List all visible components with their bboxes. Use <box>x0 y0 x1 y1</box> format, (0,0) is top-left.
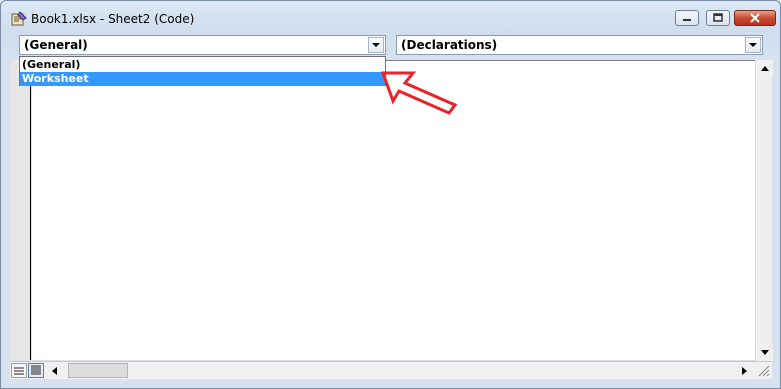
window-title: Book1.xlsx - Sheet2 (Code) <box>31 12 195 26</box>
scroll-right-button[interactable] <box>736 362 753 379</box>
dropdown-item-worksheet[interactable]: Worksheet <box>20 72 385 86</box>
full-module-view-button[interactable] <box>28 363 44 378</box>
procedure-combo-value: (Declarations) <box>401 38 498 52</box>
restore-icon <box>713 13 723 22</box>
object-combo[interactable]: (General) <box>19 35 386 55</box>
scroll-down-button[interactable] <box>756 344 773 361</box>
procedure-view-button[interactable] <box>11 363 27 378</box>
chevron-down-icon <box>749 42 757 47</box>
procedure-view-icon <box>14 367 24 375</box>
dropdown-item-general[interactable]: (General) <box>20 58 385 72</box>
close-button[interactable] <box>734 10 776 26</box>
minimize-icon <box>683 19 691 21</box>
vbe-code-window: Book1.xlsx - Sheet2 (Code) (General) (De… <box>0 0 781 389</box>
horizontal-scroll-thumb[interactable] <box>68 363 128 378</box>
object-combo-dropdown-button[interactable] <box>368 37 384 53</box>
resize-grip-icon[interactable] <box>756 363 770 377</box>
scroll-left-button[interactable] <box>46 362 63 379</box>
annotation-arrow <box>380 71 458 115</box>
chevron-down-icon <box>372 42 380 47</box>
arrow-right-icon <box>742 366 747 375</box>
procedure-combo[interactable]: (Declarations) <box>396 35 763 55</box>
title-bar[interactable]: Book1.xlsx - Sheet2 (Code) <box>1 1 780 35</box>
procedure-combo-dropdown-button[interactable] <box>745 37 761 53</box>
horizontal-scroll-area <box>10 361 772 379</box>
vertical-scrollbar[interactable] <box>755 60 773 361</box>
close-icon <box>750 13 760 23</box>
object-dropdown-list: (General) Worksheet <box>19 56 386 86</box>
arrow-left-icon <box>52 366 57 375</box>
code-module-icon <box>11 11 27 26</box>
margin-indicator-bar[interactable] <box>10 60 31 360</box>
arrow-up-icon <box>760 66 769 71</box>
scroll-up-button[interactable] <box>756 60 773 77</box>
full-module-view-icon <box>31 365 41 375</box>
restore-button[interactable] <box>706 10 730 26</box>
minimize-button[interactable] <box>675 10 699 26</box>
arrow-down-icon <box>760 350 769 355</box>
object-combo-value: (General) <box>24 38 88 52</box>
